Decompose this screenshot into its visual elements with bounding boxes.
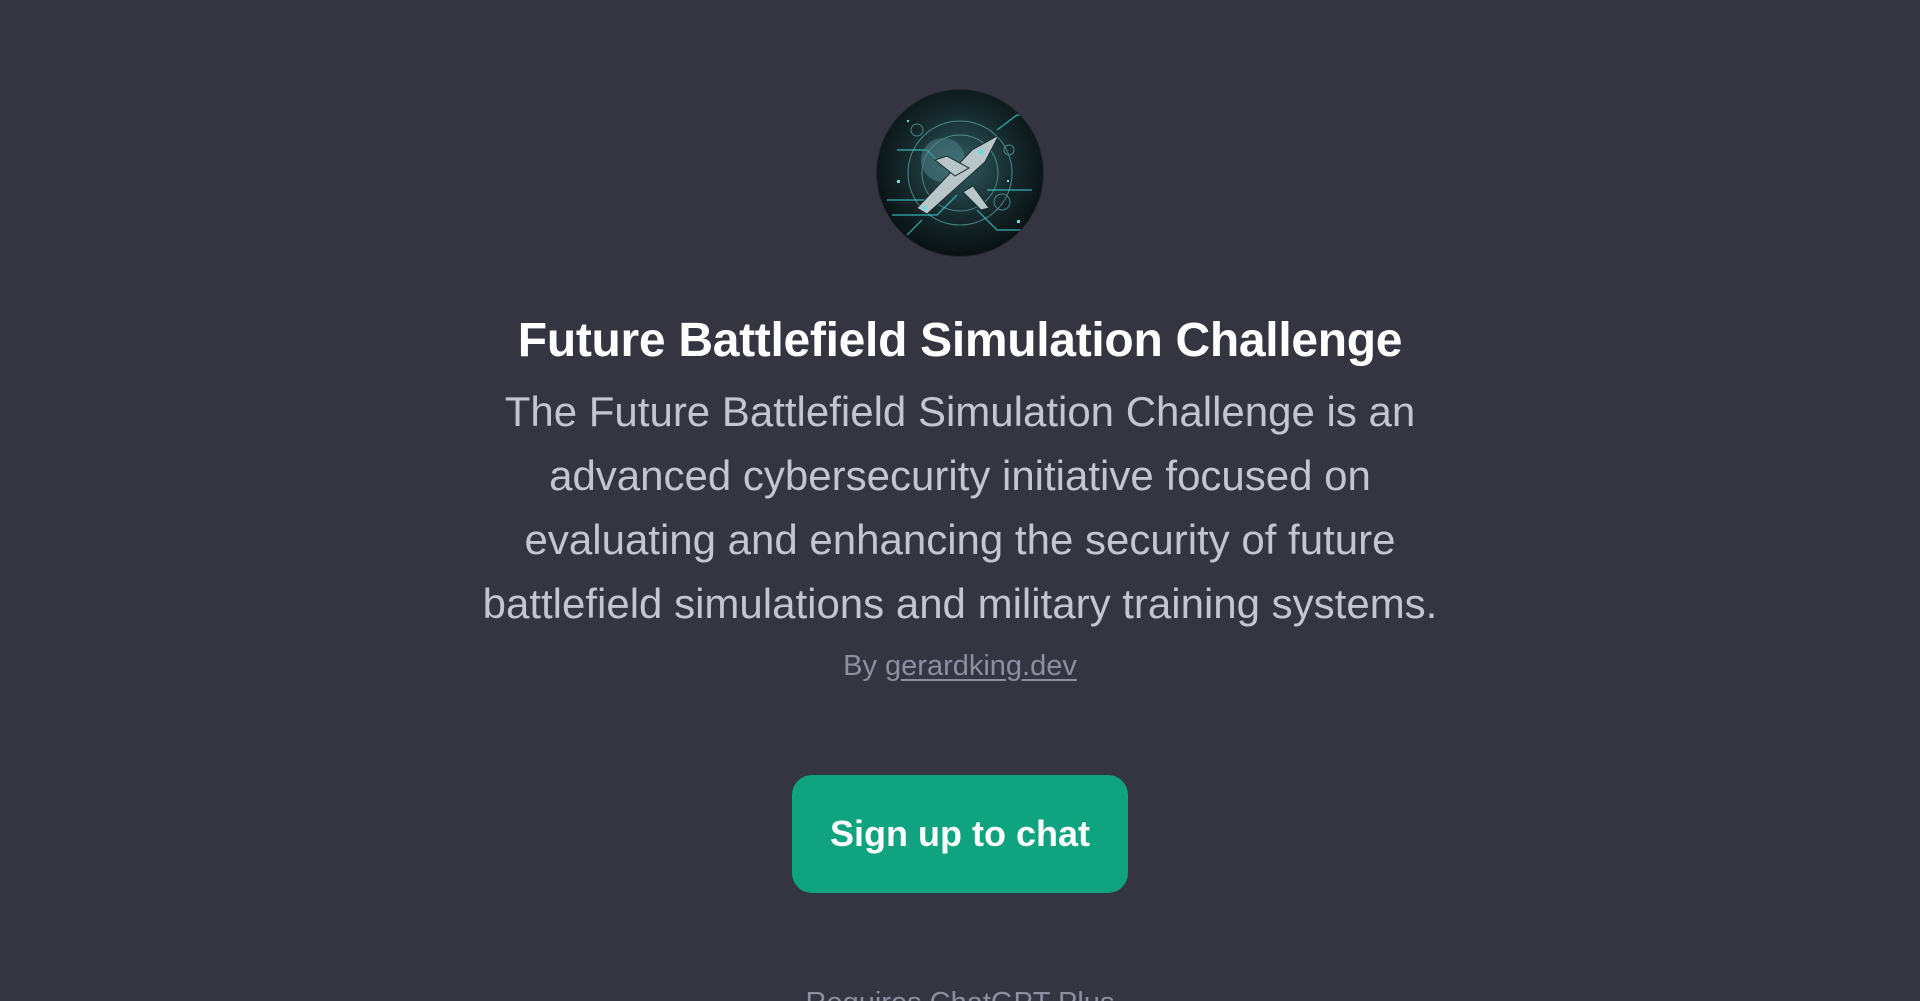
gpt-landing-page: Future Battlefield Simulation Challenge … [0, 0, 1920, 1001]
author-byline: By gerardking.dev [843, 650, 1077, 683]
author-link[interactable]: gerardking.dev [885, 650, 1077, 682]
gpt-title: Future Battlefield Simulation Challenge [517, 314, 1403, 367]
sign-up-to-chat-button[interactable]: Sign up to chat [792, 774, 1128, 893]
requires-plus-note: Requires ChatGPT Plus [0, 988, 1920, 1001]
gpt-avatar [877, 90, 1043, 256]
futuristic-aircraft-emblem-icon [877, 90, 1043, 256]
byline-prefix: By [843, 649, 877, 682]
gpt-description: The Future Battlefield Simulation Challe… [482, 387, 1438, 627]
